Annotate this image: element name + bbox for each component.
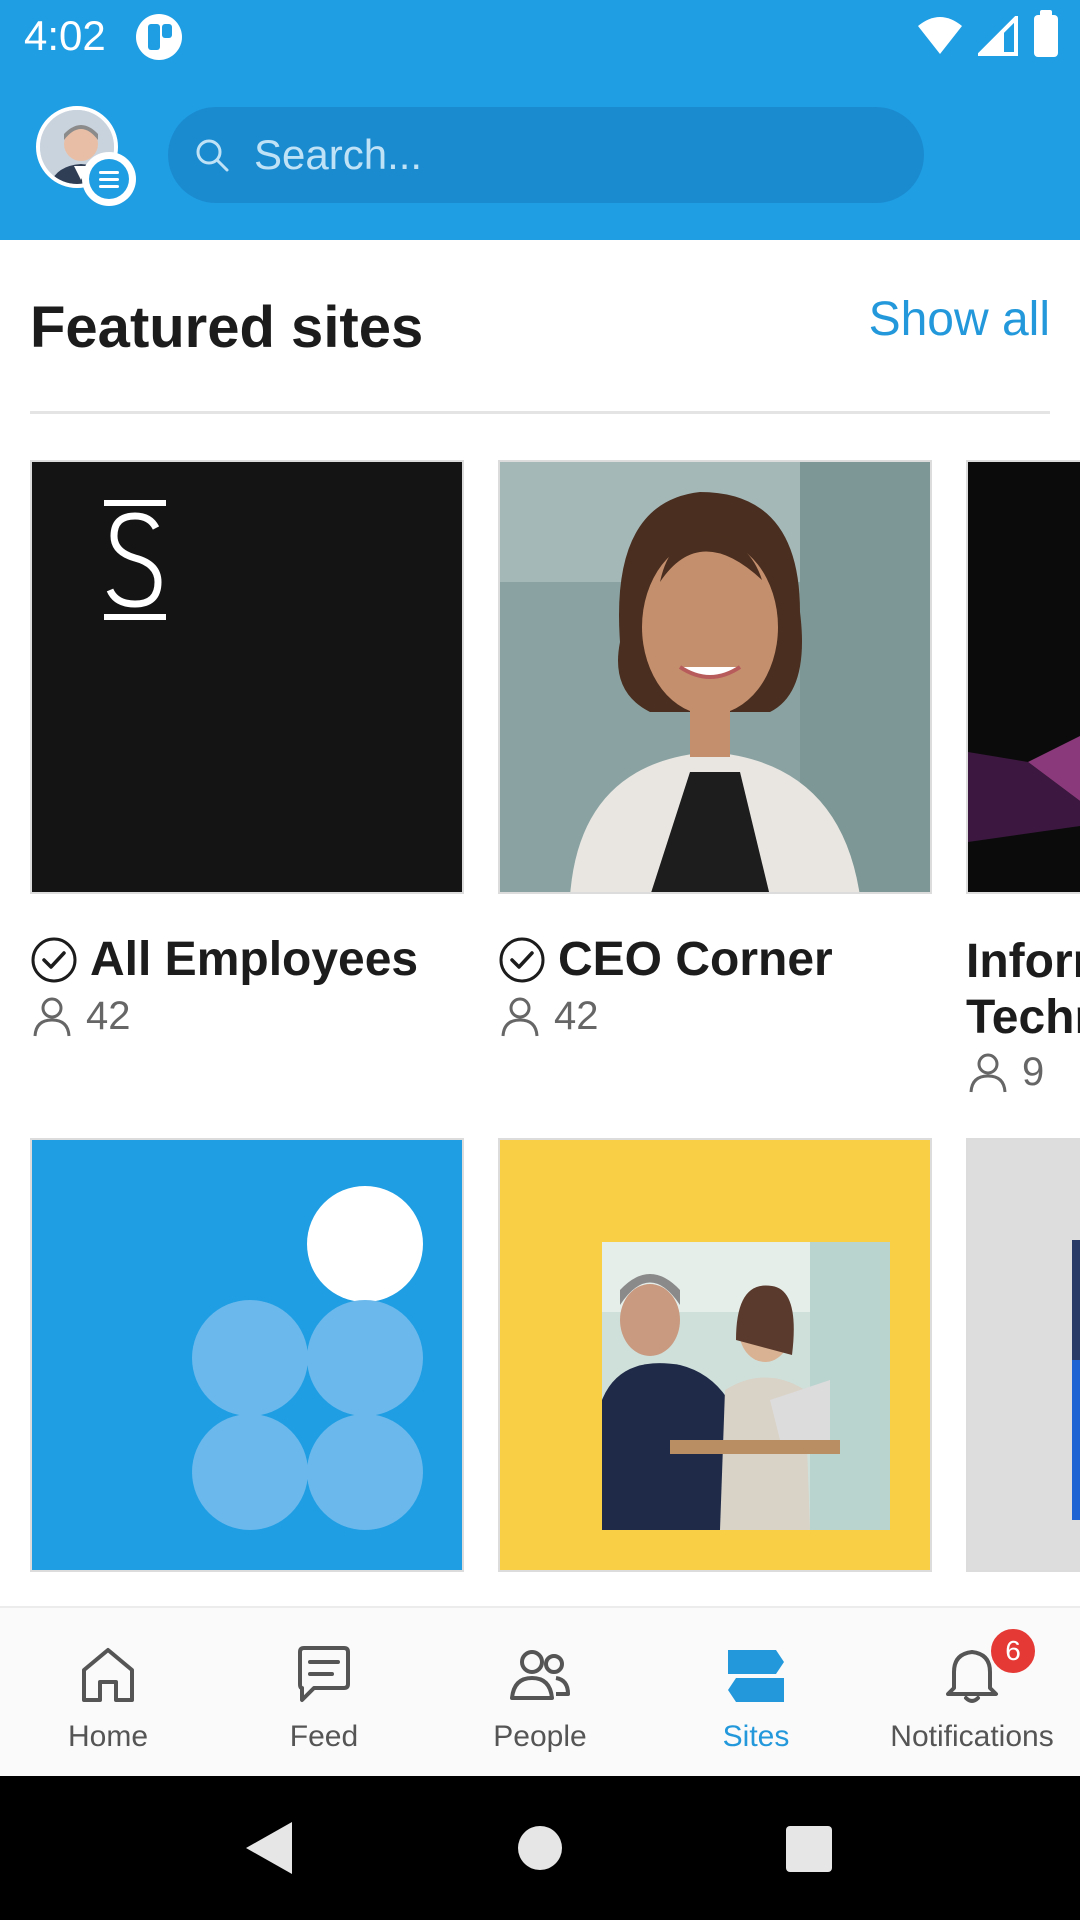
site-image: [968, 1140, 1080, 1570]
person-icon: [969, 1053, 1007, 1092]
site-name-label: All Employees: [90, 933, 419, 986]
recent-apps-icon[interactable]: [786, 1826, 832, 1872]
search-icon: [196, 139, 229, 172]
show-all-link[interactable]: Show all: [869, 292, 1050, 347]
nav-feed[interactable]: Feed: [216, 1608, 432, 1778]
member-count: 42: [554, 994, 599, 1038]
home-button-icon[interactable]: [518, 1826, 562, 1870]
nav-sites[interactable]: Sites: [648, 1608, 864, 1778]
section-title: Featured sites: [30, 295, 424, 360]
site-tile-grey[interactable]: [966, 1138, 1080, 1572]
site-logo-icon: [104, 500, 166, 620]
nav-label: People: [493, 1720, 587, 1753]
system-navigation-bar: [0, 1776, 1080, 1920]
nav-label: Feed: [289, 1720, 359, 1753]
site-name-ceo-corner[interactable]: CEO Corner: [498, 932, 833, 987]
site-name-line: Inforr: [966, 935, 1080, 988]
nav-label: Notifications: [890, 1720, 1054, 1753]
search-bar[interactable]: Search...: [168, 107, 924, 203]
ceo-photo: [500, 462, 930, 892]
site-tile-information-technology[interactable]: [966, 460, 1080, 894]
dots-logo-icon: [192, 1186, 423, 1530]
nav-label: Sites: [722, 1720, 790, 1753]
people-icon: [510, 1650, 570, 1700]
following-check-icon: [31, 937, 77, 982]
status-icons: [918, 10, 1058, 58]
signal-icon: [978, 16, 1018, 56]
site-members-ceo-corner: 42: [500, 994, 599, 1039]
sites-icon: [728, 1650, 784, 1702]
menu-button[interactable]: [82, 152, 136, 206]
bottom-navigation: Home Feed People Sites Notifications 6: [0, 1606, 1080, 1776]
site-name-information-technology[interactable]: Inforr Techr: [966, 934, 1080, 1046]
site-name-label: CEO Corner: [558, 933, 833, 986]
notification-count-badge: 6: [988, 1626, 1038, 1676]
top-app-bar: 4:02 Search...: [0, 0, 1080, 240]
app-notification-icon: [136, 14, 182, 60]
member-count: 42: [86, 994, 131, 1038]
site-tile-ceo-corner[interactable]: [498, 460, 932, 894]
person-icon: [501, 997, 539, 1036]
site-tile-yellow[interactable]: [498, 1138, 932, 1572]
meeting-photo: [500, 1140, 930, 1570]
battery-icon: [1034, 10, 1058, 57]
site-tile-blue[interactable]: [30, 1138, 464, 1572]
wifi-icon: [918, 17, 962, 54]
person-icon: [33, 997, 71, 1036]
member-count: 9: [1022, 1050, 1045, 1094]
site-name-all-employees[interactable]: All Employees: [30, 932, 418, 987]
feed-icon: [298, 1646, 350, 1702]
it-site-image: [968, 462, 1080, 892]
nav-people[interactable]: People: [432, 1608, 648, 1778]
status-time: 4:02: [24, 12, 106, 59]
site-tile-all-employees[interactable]: [30, 460, 464, 894]
search-placeholder: Search...: [254, 131, 423, 178]
site-members-information-technology: 9: [968, 1050, 1044, 1095]
home-icon: [82, 1648, 134, 1702]
back-icon[interactable]: [244, 1820, 294, 1876]
divider: [30, 411, 1050, 414]
site-members-all-employees: 42: [32, 994, 131, 1039]
nav-notifications[interactable]: Notifications 6: [864, 1608, 1080, 1778]
site-name-line: Techr: [966, 991, 1080, 1044]
nav-label: Home: [67, 1720, 149, 1753]
following-check-icon: [499, 937, 545, 982]
nav-home[interactable]: Home: [0, 1608, 216, 1778]
app-screen: 4:02 Search... Featured sites Show all A…: [0, 0, 1080, 1920]
menu-icon: [89, 159, 129, 199]
